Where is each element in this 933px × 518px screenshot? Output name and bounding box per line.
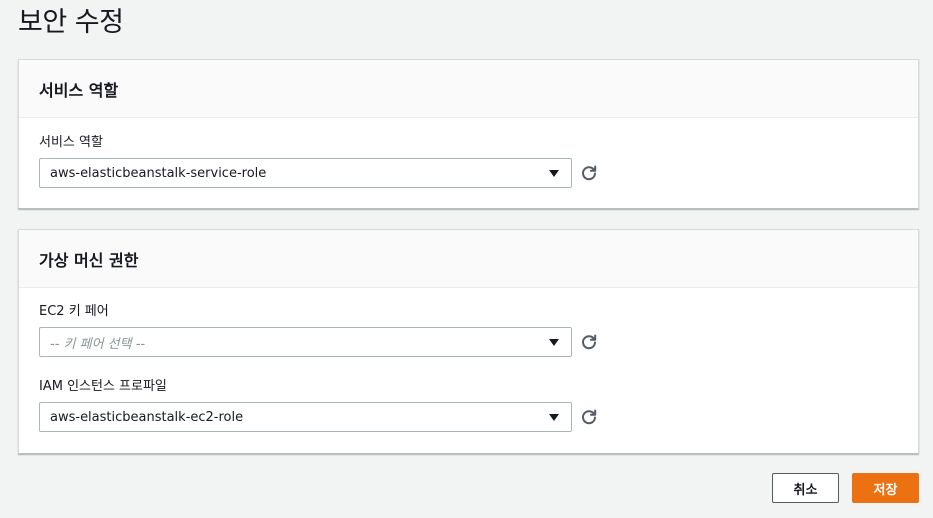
service-role-panel-body: 서비스 역할 aws-elasticbeanstalk-service-role [19, 118, 918, 188]
page-title: 보안 수정 [18, 7, 124, 38]
vm-permissions-panel: 가상 머신 권한 EC2 키 페어 -- 키 페어 선택 -- IAM 인스턴스… [18, 229, 919, 454]
instance-profile-value: aws-elasticbeanstalk-ec2-role [50, 409, 244, 425]
service-role-panel-header: 서비스 역할 [19, 60, 918, 118]
key-pair-placeholder: -- 키 페어 선택 -- [50, 336, 146, 352]
instance-profile-select[interactable]: aws-elasticbeanstalk-ec2-role [39, 402, 572, 432]
vm-permissions-panel-body: EC2 키 페어 -- 키 페어 선택 -- IAM 인스턴스 프로파일 aws… [19, 288, 918, 432]
service-role-heading: 서비스 역할 [39, 80, 119, 100]
refresh-icon[interactable] [580, 333, 598, 351]
key-pair-label: EC2 키 페어 [39, 304, 109, 319]
key-pair-select[interactable]: -- 키 페어 선택 -- [39, 327, 572, 357]
service-role-value: aws-elasticbeanstalk-service-role [50, 165, 267, 181]
refresh-icon[interactable] [580, 408, 598, 426]
caret-down-icon [549, 338, 559, 346]
service-role-row: aws-elasticbeanstalk-service-role [39, 158, 898, 188]
vm-permissions-panel-header: 가상 머신 권한 [19, 230, 918, 288]
caret-down-icon [549, 169, 559, 177]
service-role-label: 서비스 역할 [39, 135, 103, 150]
service-role-panel: 서비스 역할 서비스 역할 aws-elasticbeanstalk-servi… [18, 59, 919, 209]
refresh-icon[interactable] [580, 164, 598, 182]
instance-profile-row: aws-elasticbeanstalk-ec2-role [39, 402, 898, 432]
key-pair-row: -- 키 페어 선택 -- [39, 327, 898, 357]
instance-profile-label: IAM 인스턴스 프로파일 [39, 379, 167, 394]
save-button[interactable]: 저장 [852, 473, 919, 503]
service-role-select[interactable]: aws-elasticbeanstalk-service-role [39, 158, 572, 188]
caret-down-icon [549, 413, 559, 421]
vm-permissions-heading: 가상 머신 권한 [39, 250, 139, 270]
cancel-button[interactable]: 취소 [772, 473, 839, 503]
